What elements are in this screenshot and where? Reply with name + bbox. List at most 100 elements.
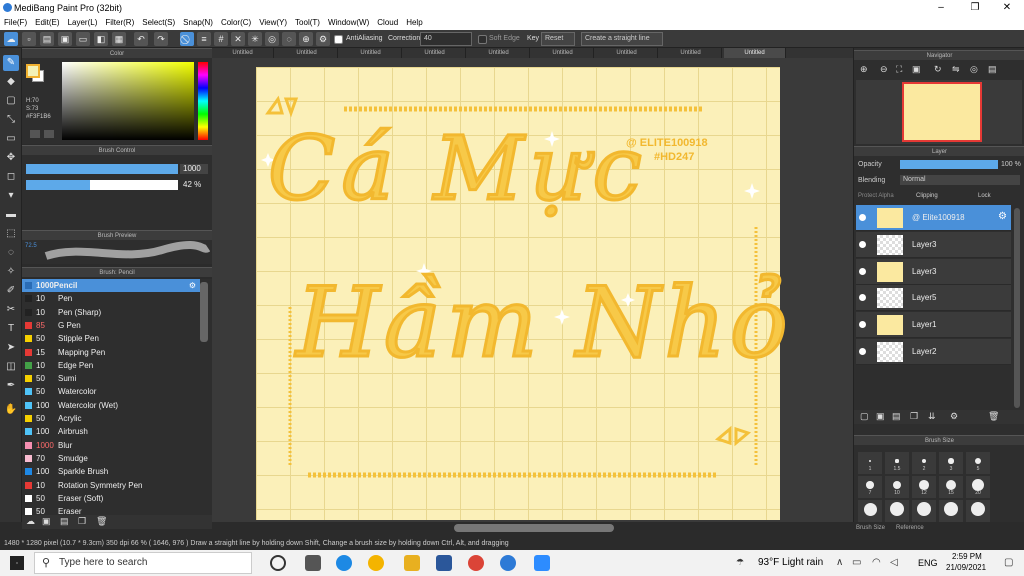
- file-explorer-icon[interactable]: [404, 555, 420, 571]
- brush-item[interactable]: 10 Pen: [22, 292, 200, 305]
- brush-size-cell[interactable]: [939, 500, 963, 522]
- zoom-icon[interactable]: [534, 555, 550, 571]
- cortana-icon[interactable]: [270, 555, 286, 571]
- shape-tool-icon[interactable]: ▭: [3, 131, 19, 147]
- brush-size-cell[interactable]: 7: [858, 476, 882, 498]
- operation-tool-icon[interactable]: ➤: [3, 340, 19, 356]
- brush-copy-icon[interactable]: ❐: [78, 516, 86, 527]
- canvas-tab[interactable]: Untitled: [340, 48, 402, 58]
- gradient-tool-icon[interactable]: ▬: [3, 207, 19, 223]
- visibility-eye-icon[interactable]: [859, 214, 866, 221]
- brush-size-cell[interactable]: [966, 500, 990, 522]
- zoom-in-icon[interactable]: ⊕: [860, 64, 868, 75]
- reset-view-icon[interactable]: ◎: [970, 64, 978, 75]
- protect-alpha-checkbox[interactable]: Protect Alpha: [858, 193, 894, 199]
- antialiasing-checkbox[interactable]: [334, 35, 343, 44]
- brush-item[interactable]: 10 Rotation Symmetry Pen: [22, 479, 200, 492]
- add-brush-icon[interactable]: ▣: [42, 516, 51, 527]
- transform-icon[interactable]: ◻: [3, 169, 19, 185]
- hand-tool-icon[interactable]: ✋: [3, 402, 19, 418]
- redo-icon[interactable]: ↷: [154, 32, 168, 46]
- canvas-tab[interactable]: Untitled: [212, 48, 274, 58]
- visibility-eye-icon[interactable]: [859, 240, 866, 248]
- cloud-brush-icon[interactable]: ☁: [26, 516, 35, 527]
- material-icon[interactable]: ◧: [94, 32, 108, 46]
- brush-item[interactable]: 50 Sumi: [22, 372, 200, 385]
- brush-item[interactable]: 1000Pencil ⚙: [22, 279, 200, 292]
- brush-size-cell[interactable]: 15: [939, 476, 963, 498]
- select-tool-icon[interactable]: ⬚: [3, 226, 19, 242]
- brush-size-cell[interactable]: 5: [966, 452, 990, 474]
- menu-window[interactable]: Window(W): [324, 16, 373, 30]
- notification-icon[interactable]: ▢: [1004, 557, 1013, 568]
- layer-settings-gear-icon[interactable]: ⚙: [998, 211, 1007, 222]
- brush-size-cell[interactable]: [912, 500, 936, 522]
- canvas-tab[interactable]: Untitled: [404, 48, 466, 58]
- eyedropper-icon[interactable]: ✒: [3, 378, 19, 394]
- reference-tab[interactable]: Reference: [896, 525, 924, 531]
- layer-row[interactable]: @ Elite100918 ⚙: [856, 205, 1011, 231]
- menu-filter[interactable]: Filter(R): [101, 16, 138, 30]
- brush-delete-icon[interactable]: 🗑: [96, 516, 107, 527]
- windows-start-icon[interactable]: [10, 556, 24, 570]
- task-view-icon[interactable]: [305, 555, 321, 571]
- cloud-icon[interactable]: ☁: [4, 32, 18, 46]
- canvas-tab[interactable]: Untitled: [468, 48, 530, 58]
- hand-move-icon[interactable]: ✥: [3, 150, 19, 166]
- layer-row[interactable]: Layer3: [856, 231, 1011, 258]
- brush-item[interactable]: 50 Watercolor: [22, 385, 200, 398]
- menu-help[interactable]: Help: [402, 16, 426, 30]
- perspective-snap-icon[interactable]: ⊕: [299, 32, 313, 46]
- actual-size-icon[interactable]: ▣: [912, 64, 921, 75]
- brush-settings-icon[interactable]: ⚙: [189, 279, 196, 292]
- brush-item[interactable]: 70 Smudge: [22, 452, 200, 465]
- brush-item[interactable]: 15 Mapping Pen: [22, 346, 200, 359]
- chrome-icon[interactable]: [368, 555, 384, 571]
- brush-item[interactable]: 100 Sparkle Brush: [22, 465, 200, 478]
- select-eraser-icon[interactable]: ✂: [3, 302, 19, 318]
- canvas-tab[interactable]: Untitled: [724, 48, 786, 58]
- save-icon[interactable]: ▣: [58, 32, 72, 46]
- circle-snap-icon[interactable]: ◎: [265, 32, 279, 46]
- foreground-color-swatch[interactable]: [26, 64, 40, 78]
- brush-size-tab[interactable]: Brush Size: [856, 525, 885, 531]
- brush-size-cell[interactable]: 3: [939, 452, 963, 474]
- brush-size-cell[interactable]: 12: [912, 476, 936, 498]
- export-icon[interactable]: ▦: [112, 32, 126, 46]
- menu-cloud[interactable]: Cloud: [373, 16, 402, 30]
- move-tool-icon[interactable]: ⤡: [3, 112, 19, 128]
- undo-icon[interactable]: ↶: [134, 32, 148, 46]
- reset-button[interactable]: Reset: [541, 32, 575, 46]
- brush-item[interactable]: 10 Pen (Sharp): [22, 306, 200, 319]
- visibility-eye-icon[interactable]: [859, 321, 866, 329]
- select-pen-icon[interactable]: ✐: [3, 283, 19, 299]
- canvas-tab[interactable]: Untitled: [660, 48, 722, 58]
- tray-chevron-icon[interactable]: ∧: [836, 557, 843, 568]
- layer-row[interactable]: Layer3: [856, 258, 1011, 285]
- brush-item[interactable]: 100 Watercolor (Wet): [22, 399, 200, 412]
- brush-item[interactable]: 50 Eraser: [22, 505, 200, 515]
- layer-row[interactable]: Layer1: [856, 312, 1011, 339]
- menu-tool[interactable]: Tool(T): [291, 16, 324, 30]
- canvas-horizontal-scrollbar[interactable]: [454, 524, 614, 532]
- bucket-tool-icon[interactable]: ▾: [3, 188, 19, 204]
- clock-time[interactable]: 2:59 PM: [952, 552, 982, 561]
- new-layer-icon[interactable]: ▢: [860, 411, 869, 422]
- brush-item[interactable]: 50 Acrylic: [22, 412, 200, 425]
- new-file-icon[interactable]: ▫: [22, 32, 36, 46]
- zoom-out-icon[interactable]: ⊖: [880, 64, 888, 75]
- new-halftone-layer-icon[interactable]: ▣: [876, 411, 885, 422]
- menu-edit[interactable]: Edit(E): [31, 16, 63, 30]
- brush-item[interactable]: 10 Edge Pen: [22, 359, 200, 372]
- menu-select[interactable]: Select(S): [138, 16, 179, 30]
- navigator-preview[interactable]: [856, 80, 1022, 144]
- brush-size-cell[interactable]: 1: [858, 452, 882, 474]
- curve-snap-icon[interactable]: ◌: [282, 32, 296, 46]
- canvas-tab[interactable]: Untitled: [276, 48, 338, 58]
- clock-date[interactable]: 21/09/2021: [946, 563, 986, 572]
- brush-item[interactable]: 1000 Blur: [22, 439, 200, 452]
- weather-text[interactable]: 93°F Light rain: [758, 557, 823, 568]
- merge-layer-icon[interactable]: ⇊: [928, 411, 936, 422]
- menu-color[interactable]: Color(C): [217, 16, 255, 30]
- brush-size-slider[interactable]: [26, 164, 178, 174]
